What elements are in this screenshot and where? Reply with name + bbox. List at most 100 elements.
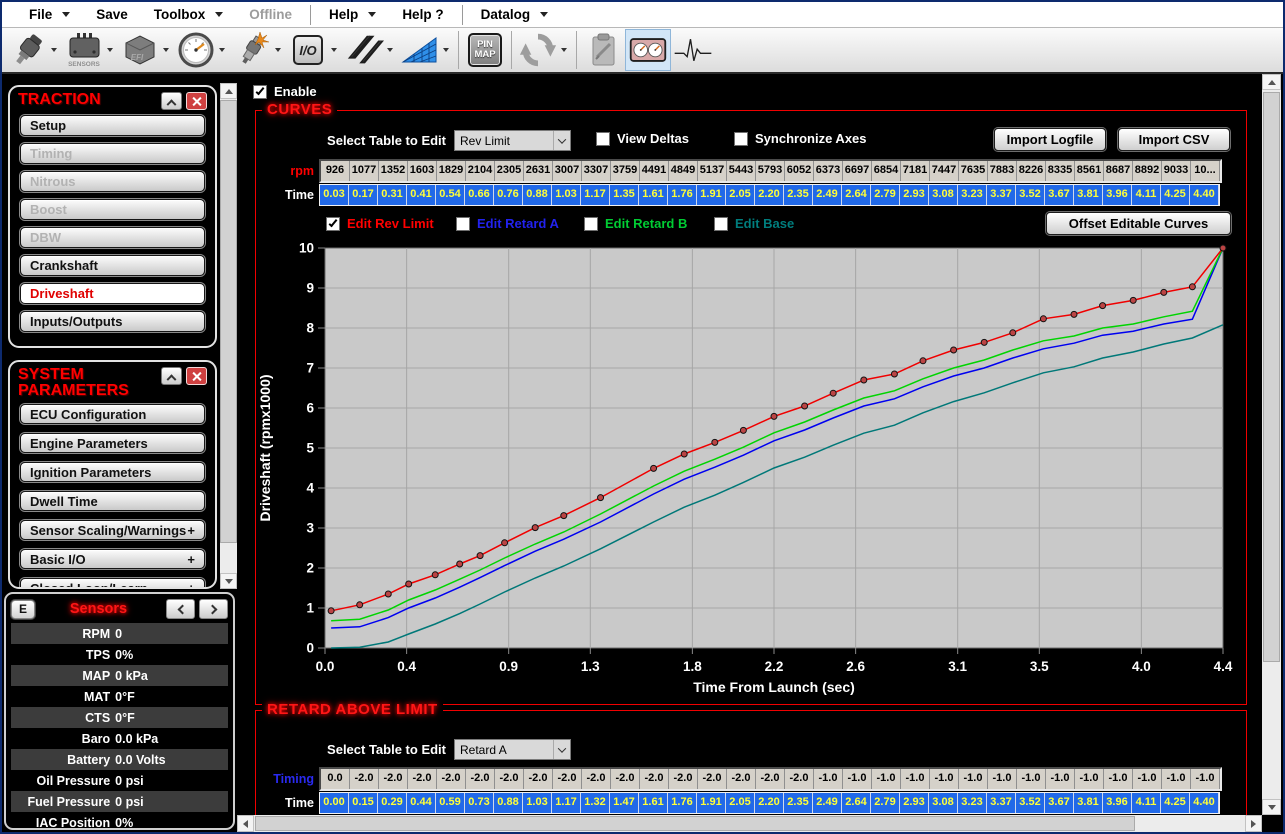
tool-dropdown-arrow[interactable]: [440, 48, 452, 52]
traction-collapse-button[interactable]: [161, 92, 182, 110]
time-cell[interactable]: 1.76: [668, 793, 697, 813]
timing-cell[interactable]: -1.0: [959, 769, 988, 789]
time-cell[interactable]: 0.44: [407, 793, 436, 813]
curves-chart[interactable]: 0123456789100.00.40.91.31.82.22.63.13.54…: [256, 239, 1246, 699]
time-cell[interactable]: 2.05: [726, 793, 755, 813]
timing-cell[interactable]: -1.0: [930, 769, 959, 789]
rpm-cell[interactable]: 6854: [872, 161, 901, 181]
gauge-tool-button[interactable]: [174, 29, 230, 71]
main-vertical-scrollbar[interactable]: [1262, 74, 1281, 815]
timing-cell[interactable]: -2.0: [756, 769, 785, 789]
import-csv-button[interactable]: Import CSV: [1118, 128, 1230, 151]
system-button-dwell-time[interactable]: Dwell Time: [20, 491, 205, 511]
menu-item-help[interactable]: Help: [316, 3, 389, 27]
enable-checkbox[interactable]: [253, 85, 267, 99]
rpm-cell[interactable]: 2305: [495, 161, 524, 181]
sensors-module-tool-button[interactable]: SENSORS: [62, 29, 118, 71]
timing-cell[interactable]: -1.0: [1162, 769, 1191, 789]
import-logfile-button[interactable]: Import Logfile: [994, 128, 1106, 151]
timing-cell[interactable]: -2.0: [553, 769, 582, 789]
time-cell[interactable]: 0.17: [349, 185, 378, 205]
time-cell[interactable]: 2.49: [813, 793, 842, 813]
rpm-cell[interactable]: 8561: [1075, 161, 1104, 181]
time-cell[interactable]: 3.81: [1074, 185, 1103, 205]
scroll-up-arrow[interactable]: [220, 83, 237, 99]
rpm-cell[interactable]: 8335: [1046, 161, 1075, 181]
time-cell[interactable]: 1.17: [581, 185, 610, 205]
timing-cell[interactable]: -2.0: [785, 769, 814, 789]
time-cell[interactable]: 4.25: [1161, 185, 1190, 205]
system-button-closed-loop-learn[interactable]: Closed Loop/Learn+: [20, 578, 205, 589]
time-cell[interactable]: 2.79: [871, 793, 900, 813]
system-button-engine-parameters[interactable]: Engine Parameters: [20, 433, 205, 453]
edit-rev-limit-checkbox[interactable]: [326, 217, 340, 231]
timing-cell[interactable]: -2.0: [698, 769, 727, 789]
time-cell[interactable]: 0.03: [320, 185, 349, 205]
time-cell[interactable]: 3.96: [1103, 793, 1132, 813]
scroll-up-arrow[interactable]: [1262, 74, 1281, 90]
timing-cell[interactable]: -2.0: [669, 769, 698, 789]
system-close-button[interactable]: [186, 367, 207, 385]
time-cell[interactable]: 1.76: [668, 185, 697, 205]
scrollbar-thumb[interactable]: [1263, 92, 1280, 662]
time-cell[interactable]: 0.59: [436, 793, 465, 813]
timing-cell[interactable]: -1.0: [872, 769, 901, 789]
rpm-cell[interactable]: 8892: [1133, 161, 1162, 181]
traction-button-setup[interactable]: Setup: [20, 115, 205, 136]
gauges-tool-button[interactable]: [625, 29, 671, 71]
rpm-cell[interactable]: 7883: [988, 161, 1017, 181]
timing-cell[interactable]: -1.0: [843, 769, 872, 789]
waveform-tool-button[interactable]: [671, 29, 715, 71]
time-cell[interactable]: 3.08: [929, 793, 958, 813]
edit-retard-b-checkbox[interactable]: [584, 217, 598, 231]
traction-close-button[interactable]: [186, 92, 207, 110]
rpm-cell[interactable]: 5137: [698, 161, 727, 181]
time-cell[interactable]: 2.35: [784, 793, 813, 813]
time-cell[interactable]: 4.25: [1161, 793, 1190, 813]
rpm-cell[interactable]: 10...: [1191, 161, 1220, 181]
rpm-cell[interactable]: 5793: [756, 161, 785, 181]
timing-cell[interactable]: -1.0: [1133, 769, 1162, 789]
curves-table-select[interactable]: Rev Limit: [454, 130, 571, 151]
time-cell[interactable]: 4.40: [1190, 793, 1219, 813]
timing-cell[interactable]: -1.0: [814, 769, 843, 789]
time-cell[interactable]: 3.52: [1016, 185, 1045, 205]
time-cell[interactable]: 2.20: [755, 185, 784, 205]
time-cell[interactable]: 0.73: [465, 793, 494, 813]
rpm-cell[interactable]: 926: [321, 161, 350, 181]
scroll-right-arrow[interactable]: [1245, 815, 1262, 832]
scroll-left-arrow[interactable]: [237, 815, 254, 832]
rpm-cell[interactable]: 9033: [1162, 161, 1191, 181]
tool-dropdown-arrow[interactable]: [328, 48, 340, 52]
rpm-cell[interactable]: 2104: [466, 161, 495, 181]
tool-dropdown-arrow[interactable]: [272, 48, 284, 52]
tool-dropdown-arrow[interactable]: [104, 48, 116, 52]
tool-dropdown-arrow[interactable]: [48, 48, 60, 52]
timing-cell[interactable]: -1.0: [1191, 769, 1220, 789]
timing-cell[interactable]: -2.0: [495, 769, 524, 789]
time-cell[interactable]: 0.54: [436, 185, 465, 205]
scrollbar-thumb[interactable]: [255, 816, 1135, 831]
time-cell[interactable]: 1.03: [552, 185, 581, 205]
time-cell[interactable]: 1.91: [697, 793, 726, 813]
time-cell[interactable]: 3.67: [1045, 793, 1074, 813]
time-cell[interactable]: 0.88: [523, 185, 552, 205]
timing-cell[interactable]: -2.0: [379, 769, 408, 789]
timing-cell[interactable]: -2.0: [466, 769, 495, 789]
edit-base-checkbox[interactable]: [714, 217, 728, 231]
system-collapse-button[interactable]: [161, 367, 182, 385]
rpm-cell[interactable]: 4849: [669, 161, 698, 181]
time-cell[interactable]: 2.79: [871, 185, 900, 205]
time-cell[interactable]: 0.00: [320, 793, 349, 813]
time-cell[interactable]: 1.61: [639, 185, 668, 205]
timing-cell[interactable]: -2.0: [611, 769, 640, 789]
time-cell[interactable]: 3.96: [1103, 185, 1132, 205]
rpm-cell[interactable]: 1603: [408, 161, 437, 181]
time-cell[interactable]: 1.35: [610, 185, 639, 205]
time-cell[interactable]: 3.08: [929, 185, 958, 205]
injector-tool-button[interactable]: [6, 29, 62, 71]
menu-item-file[interactable]: File: [16, 3, 83, 27]
rpm-cell[interactable]: 8687: [1104, 161, 1133, 181]
time-cell[interactable]: 2.93: [900, 793, 929, 813]
time-cell[interactable]: 2.64: [842, 185, 871, 205]
